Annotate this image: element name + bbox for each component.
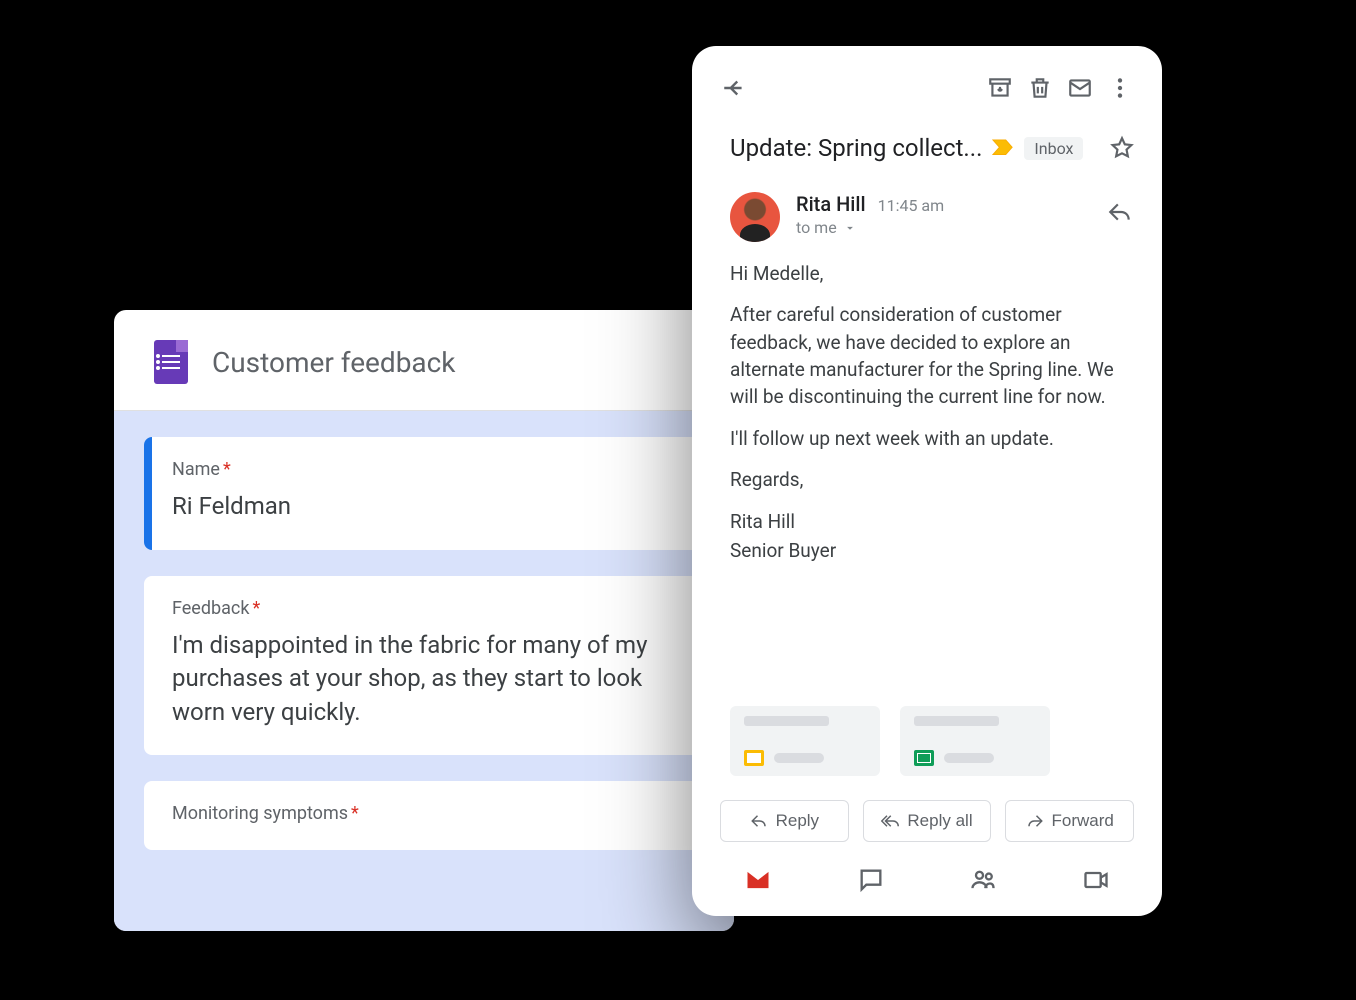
body-para1: After careful consideration of customer …	[730, 301, 1124, 410]
archive-icon[interactable]	[980, 68, 1020, 108]
body-para2: I'll follow up next week with an update.	[730, 425, 1124, 452]
attachment-sheets[interactable]	[900, 706, 1050, 776]
question-label-text: Feedback	[172, 598, 249, 619]
form-question-name[interactable]: Name* Ri Feldman	[144, 437, 704, 550]
subject-row: Update: Spring collect... Inbox	[692, 118, 1162, 174]
sender-row: Rita Hill 11:45 am to me	[692, 174, 1162, 246]
avatar[interactable]	[730, 192, 780, 242]
required-asterisk: *	[223, 459, 231, 480]
recipient-text: to me	[796, 218, 837, 237]
body-closing: Regards,	[730, 466, 1124, 493]
question-label: Monitoring symptoms*	[172, 803, 676, 824]
chevron-down-icon	[843, 221, 857, 235]
reply-button[interactable]: Reply	[720, 800, 849, 842]
forward-arrow-icon	[1026, 812, 1044, 830]
reply-icon[interactable]	[1100, 192, 1140, 232]
attachments-row	[692, 702, 1162, 784]
forms-icon	[154, 340, 188, 384]
question-answer[interactable]: Ri Feldman	[172, 490, 676, 524]
reply-all-button[interactable]: Reply all	[863, 800, 992, 842]
body-greeting: Hi Medelle,	[730, 260, 1124, 287]
required-asterisk: *	[252, 598, 260, 619]
email-body: Hi Medelle, After careful consideration …	[692, 246, 1162, 702]
nav-mail-icon[interactable]	[738, 864, 778, 896]
sheets-icon	[914, 750, 934, 766]
reply-all-icon	[881, 812, 899, 830]
signature-title: Senior Buyer	[730, 537, 1124, 564]
sender-name[interactable]: Rita Hill	[796, 192, 866, 216]
form-question-monitoring[interactable]: Monitoring symptoms*	[144, 781, 704, 850]
reply-all-label: Reply all	[907, 811, 972, 831]
reply-label: Reply	[776, 811, 819, 831]
gmail-card: Update: Spring collect... Inbox Rita Hil…	[692, 46, 1162, 916]
recipient-dropdown[interactable]: to me	[796, 218, 1084, 237]
forward-label: Forward	[1052, 811, 1114, 831]
subject-text: Update: Spring collect...	[730, 134, 982, 162]
forms-header: Customer feedback	[114, 310, 734, 411]
nav-meet-icon[interactable]	[1076, 864, 1116, 896]
form-question-feedback[interactable]: Feedback* I'm disappointed in the fabric…	[144, 576, 704, 756]
nav-spaces-icon[interactable]	[963, 864, 1003, 896]
back-icon[interactable]	[714, 68, 754, 108]
sender-time: 11:45 am	[878, 196, 945, 215]
reply-arrow-icon	[750, 812, 768, 830]
bottom-nav	[692, 848, 1162, 916]
forward-button[interactable]: Forward	[1005, 800, 1134, 842]
question-label-text: Monitoring symptoms	[172, 803, 348, 824]
nav-chat-icon[interactable]	[851, 864, 891, 896]
star-icon[interactable]	[1103, 128, 1140, 168]
gmail-toolbar	[692, 46, 1162, 118]
question-answer[interactable]: I'm disappointed in the fabric for many …	[172, 629, 676, 730]
forms-title: Customer feedback	[212, 346, 456, 379]
forms-body: Name* Ri Feldman Feedback* I'm disappoin…	[114, 411, 734, 931]
forms-card: Customer feedback Name* Ri Feldman Feedb…	[114, 310, 734, 931]
slides-icon	[744, 750, 764, 766]
required-asterisk: *	[351, 803, 359, 824]
question-label-text: Name	[172, 459, 220, 480]
mail-icon[interactable]	[1060, 68, 1100, 108]
label-chip[interactable]: Inbox	[1024, 137, 1083, 160]
action-buttons: Reply Reply all Forward	[692, 784, 1162, 848]
signature-name: Rita Hill	[730, 508, 1124, 535]
important-icon[interactable]	[992, 139, 1014, 157]
question-label: Name*	[172, 459, 676, 480]
delete-icon[interactable]	[1020, 68, 1060, 108]
attachment-slides[interactable]	[730, 706, 880, 776]
question-label: Feedback*	[172, 598, 676, 619]
more-icon[interactable]	[1100, 68, 1140, 108]
